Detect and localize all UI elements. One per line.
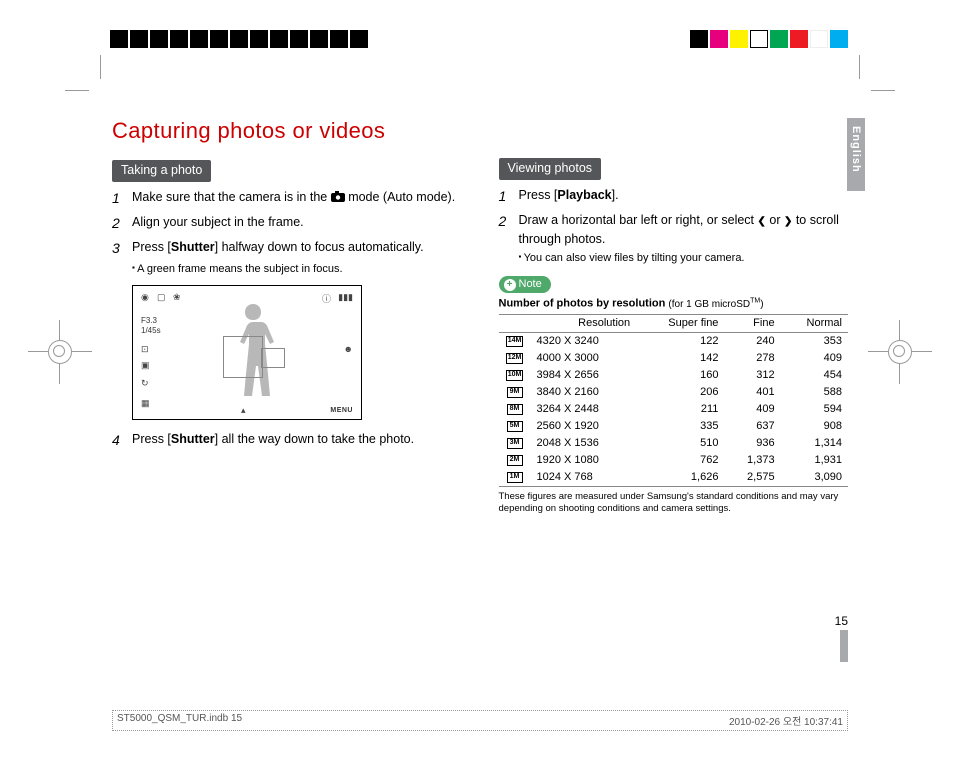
size-icon: ▢: [157, 292, 166, 303]
print-footer: ST5000_QSM_TUR.indb 15 2010-02-26 오전 10:…: [112, 710, 848, 731]
face-icon: ☻: [344, 344, 353, 354]
up-arrow-icon: ▴: [241, 405, 246, 416]
focus-icon: ⊡: [141, 344, 149, 355]
timer-icon: ↻: [141, 378, 149, 389]
chevron-left-icon: ❮: [758, 216, 766, 227]
table-row: 12M4000 X 3000142278409: [499, 350, 849, 367]
plus-icon: +: [504, 279, 516, 291]
page-title: Capturing photos or videos: [112, 118, 469, 144]
step-3: 3 Press [Shutter] halfway down to focus …: [112, 238, 469, 259]
step-4: 4 Press [Shutter] all the way down to ta…: [112, 430, 469, 451]
mode-icon: ◉: [141, 292, 149, 303]
aperture-text: F3.3: [141, 316, 157, 325]
shutter-text: 1/45s: [141, 326, 161, 335]
step-2: 2 Align your subject in the frame.: [112, 213, 469, 234]
page-number-block: 15: [835, 614, 848, 667]
table-row: 1M1024 X 7681,6262,5753,090: [499, 469, 849, 487]
resolution-table: Resolution Super fine Fine Normal 14M432…: [499, 314, 849, 487]
table-row: 9M3840 X 2160206401588: [499, 384, 849, 401]
view-step-2: 2 Draw a horizontal bar left or right, o…: [499, 211, 849, 249]
gallery-icon: ▦: [141, 398, 150, 409]
table-footnote: These figures are measured under Samsung…: [499, 491, 849, 516]
registration-target: [48, 340, 72, 364]
crop-mark: [65, 55, 107, 97]
footer-timestamp: 2010-02-26 오전 10:37:41: [729, 713, 843, 728]
page-number: 15: [835, 614, 848, 628]
menu-label: MENU: [330, 407, 353, 414]
view-step-1: 1 Press [Playback].: [499, 186, 849, 207]
table-row: 8M3264 X 2448211409594: [499, 401, 849, 418]
battery-icon: ▮▮▮: [338, 292, 353, 303]
color-calibration-bar: [110, 30, 850, 48]
section-badge-taking: Taking a photo: [112, 160, 211, 182]
footer-filename: ST5000_QSM_TUR.indb 15: [117, 713, 242, 728]
step-1: 1 Make sure that the camera is in the mo…: [112, 188, 469, 209]
camera-lcd-diagram: F3.3 1/45s ◉ ▢ ❀ ⓘ ▮▮▮ ⊡ ▣ ↻ ▦ ☻ MENU ▴: [132, 285, 362, 420]
camera-icon: [331, 191, 345, 202]
crop-mark: [853, 55, 895, 97]
chevron-right-icon: ❯: [784, 216, 792, 227]
table-row: 14M4320 X 3240122240353: [499, 332, 849, 350]
table-row: 5M2560 X 1920335637908: [499, 418, 849, 435]
page-tab-bar: [840, 630, 848, 662]
table-row: 3M2048 X 15365109361,314: [499, 435, 849, 452]
section-badge-viewing: Viewing photos: [499, 158, 602, 180]
table-row: 10M3984 X 2656160312454: [499, 367, 849, 384]
af-icon: ▣: [141, 360, 150, 371]
view-step-2-note: You can also view files by tilting your …: [519, 252, 849, 264]
flower-icon: ❀: [173, 292, 181, 303]
step-3-note: A green frame means the subject in focus…: [132, 263, 469, 275]
table-row: 2M1920 X 10807621,3731,931: [499, 452, 849, 469]
table-title: Number of photos by resolution (for 1 GB…: [499, 297, 849, 309]
info-icon: ⓘ: [322, 292, 331, 305]
registration-target: [888, 340, 912, 364]
language-tab: English: [847, 118, 865, 191]
note-badge: +Note: [499, 276, 551, 293]
